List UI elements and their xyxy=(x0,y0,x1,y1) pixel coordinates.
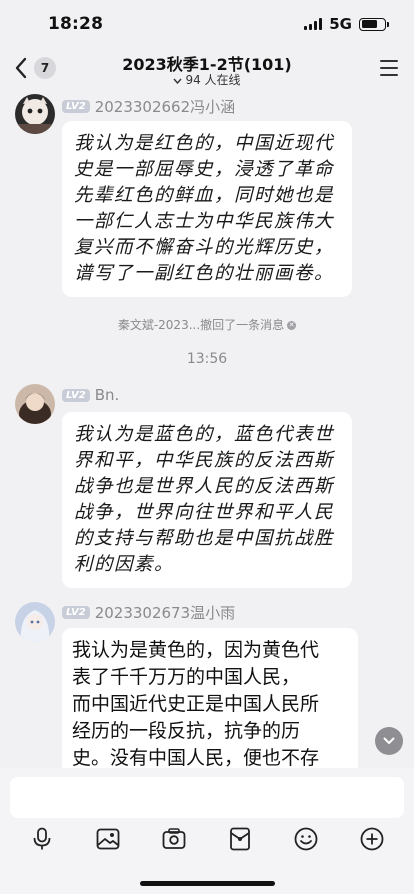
avatar[interactable] xyxy=(15,94,55,134)
input-toolbar xyxy=(0,824,414,856)
timestamp: 13:56 xyxy=(186,351,228,367)
chat-header: 7 2023秋季1-2节(101) 94 人在线 xyxy=(0,48,414,92)
message-line: 一部仁人志士为中华民族伟大 xyxy=(74,211,335,232)
input-area xyxy=(0,768,414,894)
microphone-button[interactable] xyxy=(27,824,57,854)
message-line: 史。没有中国人民，便也不存 xyxy=(72,747,320,768)
status-bar: 18:28 5G xyxy=(0,0,414,48)
avatar-image xyxy=(15,384,55,424)
image-icon xyxy=(96,828,120,850)
battery-icon xyxy=(359,17,389,31)
message-bubble[interactable]: 我认为是蓝色的，蓝色代表世 界和平，中华民族的反法西斯 战争也是世界人民的反法西… xyxy=(62,412,352,588)
message-line: 我认为是红色的，中国近现代 xyxy=(74,133,335,154)
message-meta: LV2 2023302662冯小涵 xyxy=(62,96,235,117)
close-icon[interactable]: ✕ xyxy=(287,321,297,330)
message-bubble[interactable]: 我认为是黄色的，因为黄色代 表了千千万万的中国人民， 而中国近代史正是中国人民所… xyxy=(62,628,358,768)
level-badge: LV2 xyxy=(62,100,90,113)
message-meta: LV2 2023302673温小雨 xyxy=(62,602,235,623)
red-packet-button[interactable] xyxy=(225,824,255,854)
signal-icon xyxy=(304,18,323,30)
message-line: 复兴而不懈奋斗的光辉历史， xyxy=(74,237,335,258)
avatar[interactable] xyxy=(15,602,55,642)
recall-text: 秦文斌-2023...撤回了一条消息 xyxy=(117,318,285,332)
message-line: 谱写了一副红色的壮丽画卷。 xyxy=(74,263,335,284)
camera-button[interactable] xyxy=(159,824,189,854)
message-meta: LV2 Bn. xyxy=(62,386,119,404)
message-line: 战争也是世界人民的反法西斯 xyxy=(74,476,335,497)
network-type: 5G xyxy=(329,15,352,33)
level-badge: LV2 xyxy=(62,388,90,402)
message-line: 而中国近代史正是中国人民所 xyxy=(72,693,320,715)
recall-notice: 秦文斌-2023...撤回了一条消息 ✕ xyxy=(0,316,414,333)
online-count-text: 94 人在线 xyxy=(185,73,241,87)
message-bubble[interactable]: 我认为是红色的，中国近现代 史是一部屈辱史，浸透了革命 先辈红色的鲜血，同时她也… xyxy=(62,121,352,297)
plus-button[interactable] xyxy=(357,824,387,854)
red-packet-icon xyxy=(230,827,250,851)
emoji-icon xyxy=(294,827,318,851)
sender-name[interactable]: Bn. xyxy=(95,386,120,404)
menu-button[interactable] xyxy=(380,60,398,76)
microphone-icon xyxy=(33,827,51,850)
message-line: 史是一部屈辱史，浸透了革命 xyxy=(74,159,335,180)
home-indicator xyxy=(140,881,275,886)
emoji-button[interactable] xyxy=(291,824,321,854)
online-count[interactable]: 94 人在线 xyxy=(90,71,324,88)
message-input[interactable] xyxy=(10,777,404,818)
chevron-down-icon xyxy=(383,737,395,745)
message-line: 战争，世界向往世界和平人民 xyxy=(74,502,335,523)
unread-count-badge[interactable]: 7 xyxy=(34,57,56,79)
level-badge: LV2 xyxy=(62,606,90,619)
message-line: 界和平，中华民族的反法西斯 xyxy=(74,450,335,471)
avatar-image xyxy=(15,94,55,134)
status-indicators: 5G xyxy=(304,15,389,33)
message-line: 经历的一段反抗，抗争的历 xyxy=(72,720,301,742)
status-time: 18:28 xyxy=(48,14,104,34)
plus-icon xyxy=(360,827,384,851)
sender-name[interactable]: 2023302662冯小涵 xyxy=(95,96,235,117)
scroll-to-bottom-button[interactable] xyxy=(375,727,403,755)
chevron-down-icon xyxy=(173,78,182,84)
avatar-image xyxy=(15,602,55,642)
message-line: 的支持与帮助也是中国抗战胜 xyxy=(74,528,335,549)
message-line: 先辈红色的鲜血，同时她也是 xyxy=(74,185,335,206)
message-line: 我认为是蓝色的，蓝色代表世 xyxy=(74,424,335,445)
message-list[interactable]: LV2 2023302662冯小涵 我认为是红色的，中国近现代 史是一部屈辱史，… xyxy=(0,92,414,768)
message-line: 我认为是黄色的，因为黄色代 xyxy=(72,639,320,661)
message-line: 利的因素。 xyxy=(74,554,175,575)
avatar[interactable] xyxy=(15,384,55,424)
image-button[interactable] xyxy=(93,824,123,854)
message-line: 表了千千万万的中国人民， xyxy=(72,666,301,688)
back-button[interactable] xyxy=(10,54,32,82)
camera-icon xyxy=(162,828,186,849)
chevron-left-icon xyxy=(15,57,27,79)
sender-name[interactable]: 2023302673温小雨 xyxy=(95,602,235,623)
